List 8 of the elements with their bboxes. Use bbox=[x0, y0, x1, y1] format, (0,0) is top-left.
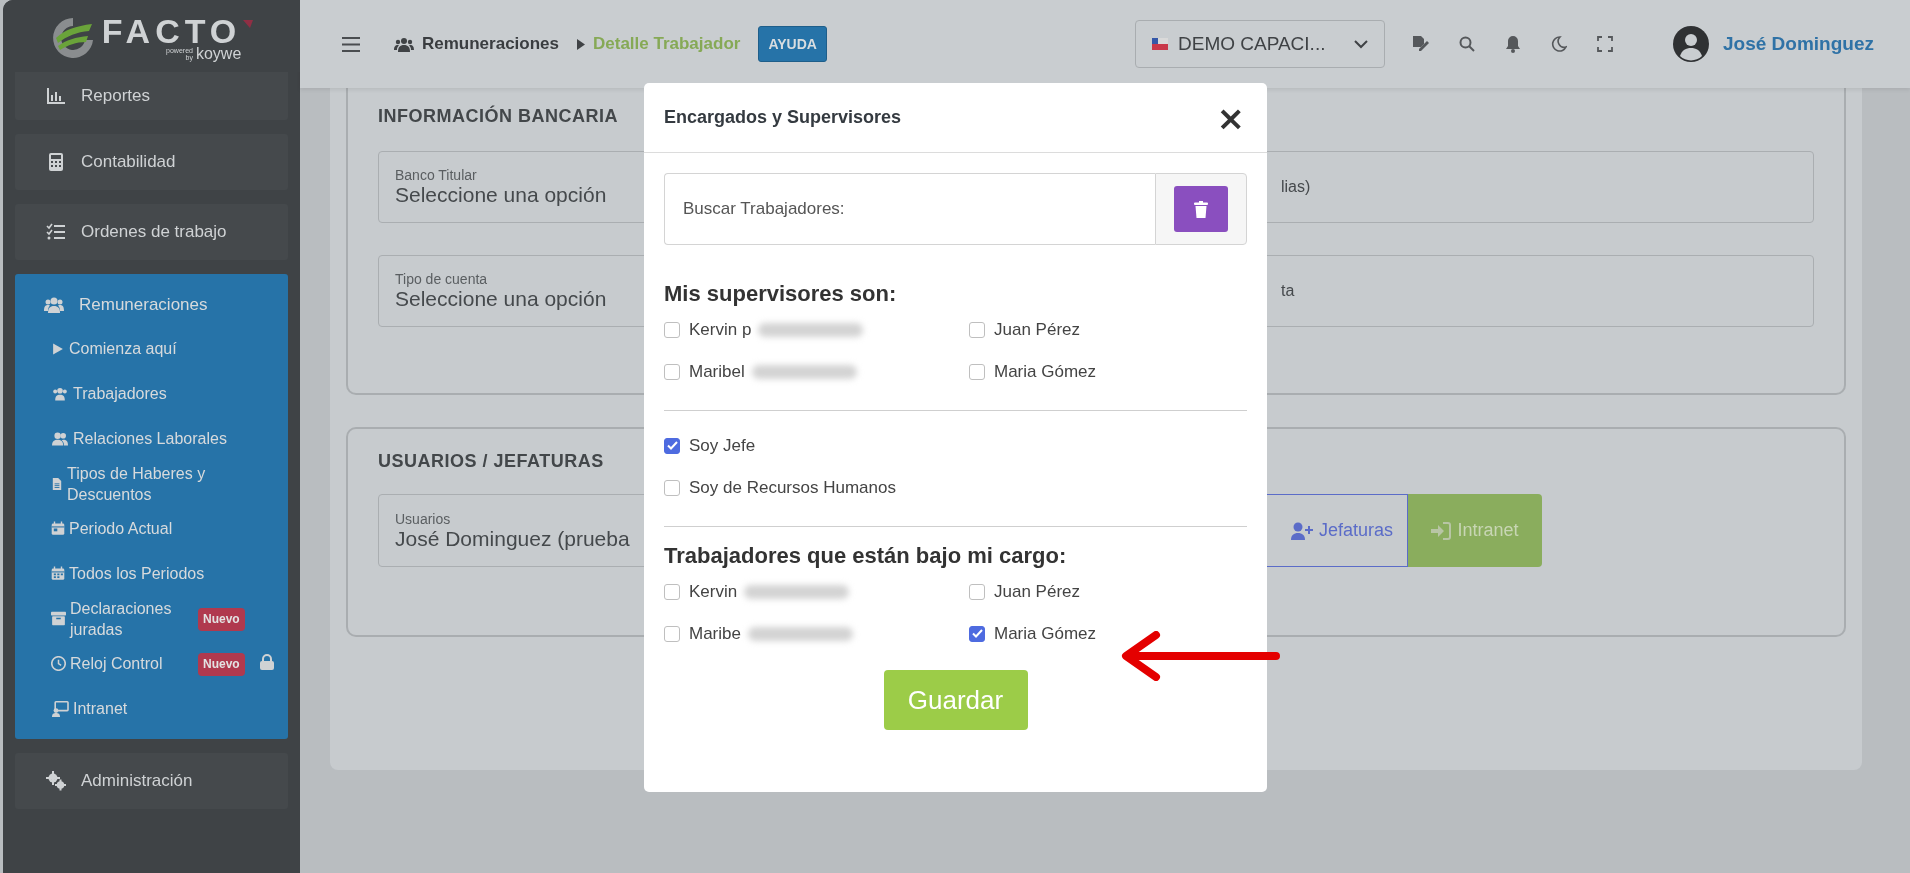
modal-title: Encargados y Supervisores bbox=[664, 107, 902, 128]
section-title: INFORMACIÓN BANCARIA bbox=[378, 106, 618, 127]
breadcrumb-current: Detalle Trabajador bbox=[593, 34, 741, 54]
brand-label: koywe bbox=[195, 46, 242, 62]
new-badge: Nuevo bbox=[198, 653, 245, 676]
logo-wordmark: FACTO bbox=[101, 14, 242, 48]
new-badge: Nuevo bbox=[198, 608, 245, 631]
section-title: USUARIOS / JEFATURAS bbox=[378, 451, 604, 472]
